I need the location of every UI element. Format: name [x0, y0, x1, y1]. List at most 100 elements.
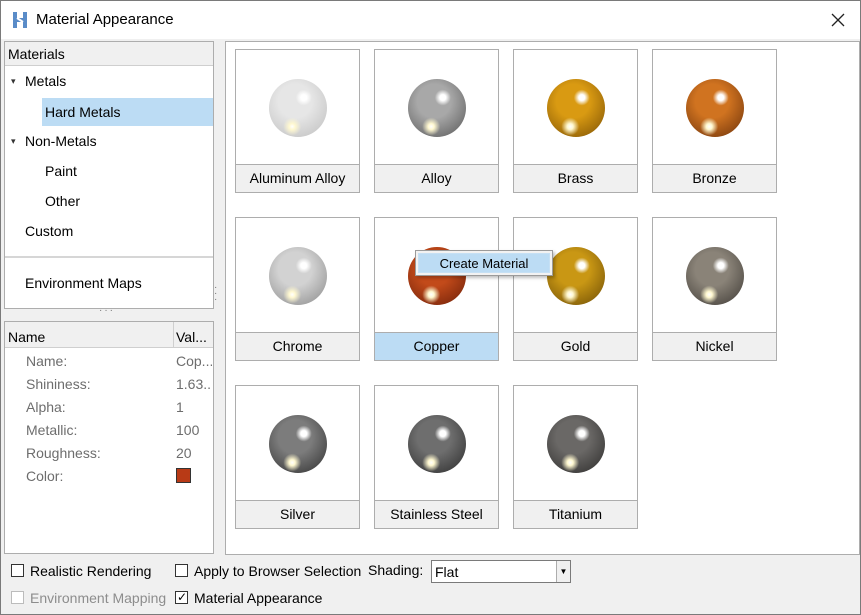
realistic-rendering-label[interactable]: Realistic Rendering	[30, 563, 151, 579]
material-tile-label: Copper	[375, 332, 498, 360]
context-menu: Create Material	[415, 250, 553, 276]
material-tile[interactable]: Chrome	[235, 217, 360, 361]
property-value: 1	[176, 399, 184, 415]
color-swatch[interactable]	[176, 468, 191, 483]
material-sphere-icon	[686, 79, 744, 137]
property-name: Roughness:	[26, 445, 101, 461]
material-preview	[236, 218, 359, 332]
material-tile-label: Chrome	[236, 332, 359, 360]
materials-tree: Materials ▾ Metals Hard Metals ▾ Non-Met…	[4, 41, 214, 309]
apply-browser-selection-checkbox[interactable]	[175, 564, 188, 577]
tree-item-environment-maps[interactable]: Environment Maps	[5, 269, 213, 297]
properties-header: Name Val...	[5, 322, 213, 348]
material-tile-label: Stainless Steel	[375, 500, 498, 528]
material-preview	[375, 50, 498, 164]
material-preview	[514, 386, 637, 500]
tree-item-hard-metals[interactable]: Hard Metals	[42, 98, 213, 126]
property-name: Metallic:	[26, 422, 78, 438]
tree-item-custom[interactable]: Custom	[5, 217, 213, 245]
property-value: 20	[176, 445, 192, 461]
property-row-color[interactable]: Color:	[5, 465, 213, 488]
material-preview	[514, 50, 637, 164]
close-icon	[831, 13, 845, 27]
property-row-name[interactable]: Name: Cop...	[5, 350, 213, 373]
material-tile-label: Nickel	[653, 332, 776, 360]
material-grid: Aluminum Alloy Alloy Brass Bronze Chrome Copp…	[225, 41, 860, 555]
material-preview	[236, 50, 359, 164]
properties-panel: Name Val... Name: Cop... Shininess: 1.63…	[4, 321, 214, 554]
material-tile[interactable]: Silver	[235, 385, 360, 529]
property-name: Color:	[26, 468, 64, 484]
environment-mapping-label[interactable]: Environment Mapping	[30, 590, 166, 606]
material-sphere-icon	[547, 79, 605, 137]
tree-item-label: Non-Metals	[25, 133, 97, 149]
vertical-splitter-handle[interactable]: · · ·	[214, 283, 218, 305]
column-divider[interactable]	[173, 322, 174, 348]
window-title: Material Appearance	[36, 11, 174, 28]
material-tile[interactable]: Aluminum Alloy	[235, 49, 360, 193]
material-tile[interactable]: Copper	[374, 217, 499, 361]
property-value: 1.63...	[176, 376, 212, 392]
material-tile-label: Gold	[514, 332, 637, 360]
chevron-down-icon[interactable]: ▼	[556, 561, 570, 582]
column-header-value[interactable]: Val...	[176, 329, 207, 345]
material-sphere-icon	[547, 247, 605, 305]
material-tile-label: Brass	[514, 164, 637, 192]
checkmark-icon: ✓	[177, 590, 188, 604]
material-appearance-dialog: Material Appearance Materials ▾ Metals H…	[0, 0, 861, 615]
property-row-shininess[interactable]: Shininess: 1.63...	[5, 373, 213, 396]
tree-item-other[interactable]: Other	[5, 187, 213, 215]
shading-value: Flat	[435, 564, 459, 580]
property-name: Name:	[26, 353, 68, 369]
apply-browser-selection-label[interactable]: Apply to Browser Selection	[194, 563, 361, 579]
tree-item-label: Environment Maps	[25, 275, 142, 291]
shading-select[interactable]: Flat ▼	[431, 560, 571, 583]
horizontal-splitter-handle[interactable]: ···	[99, 305, 115, 316]
expand-arrow-icon[interactable]: ▾	[11, 127, 21, 155]
material-sphere-icon	[269, 79, 327, 137]
material-sphere-icon	[269, 415, 327, 473]
tree-header: Materials	[5, 42, 213, 66]
material-tile[interactable]: Brass	[513, 49, 638, 193]
material-tile[interactable]: Bronze	[652, 49, 777, 193]
column-header-name[interactable]: Name	[8, 329, 45, 345]
property-name: Shininess:	[26, 376, 91, 392]
create-material-menu-item[interactable]: Create Material	[418, 253, 550, 273]
property-name: Alpha:	[26, 399, 66, 415]
tree-item-label: Other	[45, 193, 81, 209]
material-appearance-label[interactable]: Material Appearance	[194, 590, 322, 606]
title-bar: Material Appearance	[1, 1, 860, 39]
tree-item-label: Hard Metals	[45, 104, 121, 120]
material-tile-label: Bronze	[653, 164, 776, 192]
tree-item-non-metals[interactable]: ▾ Non-Metals	[5, 127, 213, 155]
property-row-metallic[interactable]: Metallic: 100	[5, 419, 213, 442]
app-logo-icon	[11, 10, 29, 30]
tree-divider	[5, 256, 213, 258]
expand-arrow-icon[interactable]: ▾	[11, 67, 21, 95]
material-tile[interactable]: Titanium	[513, 385, 638, 529]
material-tile[interactable]: Nickel	[652, 217, 777, 361]
material-sphere-icon	[686, 247, 744, 305]
material-sphere-icon	[547, 415, 605, 473]
material-sphere-icon	[408, 415, 466, 473]
material-preview	[236, 386, 359, 500]
material-appearance-checkbox[interactable]: ✓	[175, 590, 188, 604]
close-button[interactable]	[816, 1, 860, 39]
realistic-rendering-checkbox[interactable]	[11, 564, 24, 577]
material-preview	[375, 386, 498, 500]
environment-mapping-checkbox[interactable]	[11, 591, 24, 604]
material-tile[interactable]: Stainless Steel	[374, 385, 499, 529]
material-tile-label: Alloy	[375, 164, 498, 192]
material-sphere-icon	[408, 79, 466, 137]
tree-item-label: Metals	[25, 73, 67, 89]
property-value: Cop...	[176, 353, 212, 369]
property-row-roughness[interactable]: Roughness: 20	[5, 442, 213, 465]
material-tile[interactable]: Alloy	[374, 49, 499, 193]
tree-item-metals[interactable]: ▾ Metals	[5, 67, 213, 95]
material-tile[interactable]: Gold	[513, 217, 638, 361]
property-row-alpha[interactable]: Alpha: 1	[5, 396, 213, 419]
material-preview	[653, 50, 776, 164]
tree-item-paint[interactable]: Paint	[5, 157, 213, 185]
tree-item-label: Paint	[45, 163, 77, 179]
tree-item-label: Custom	[25, 223, 74, 239]
